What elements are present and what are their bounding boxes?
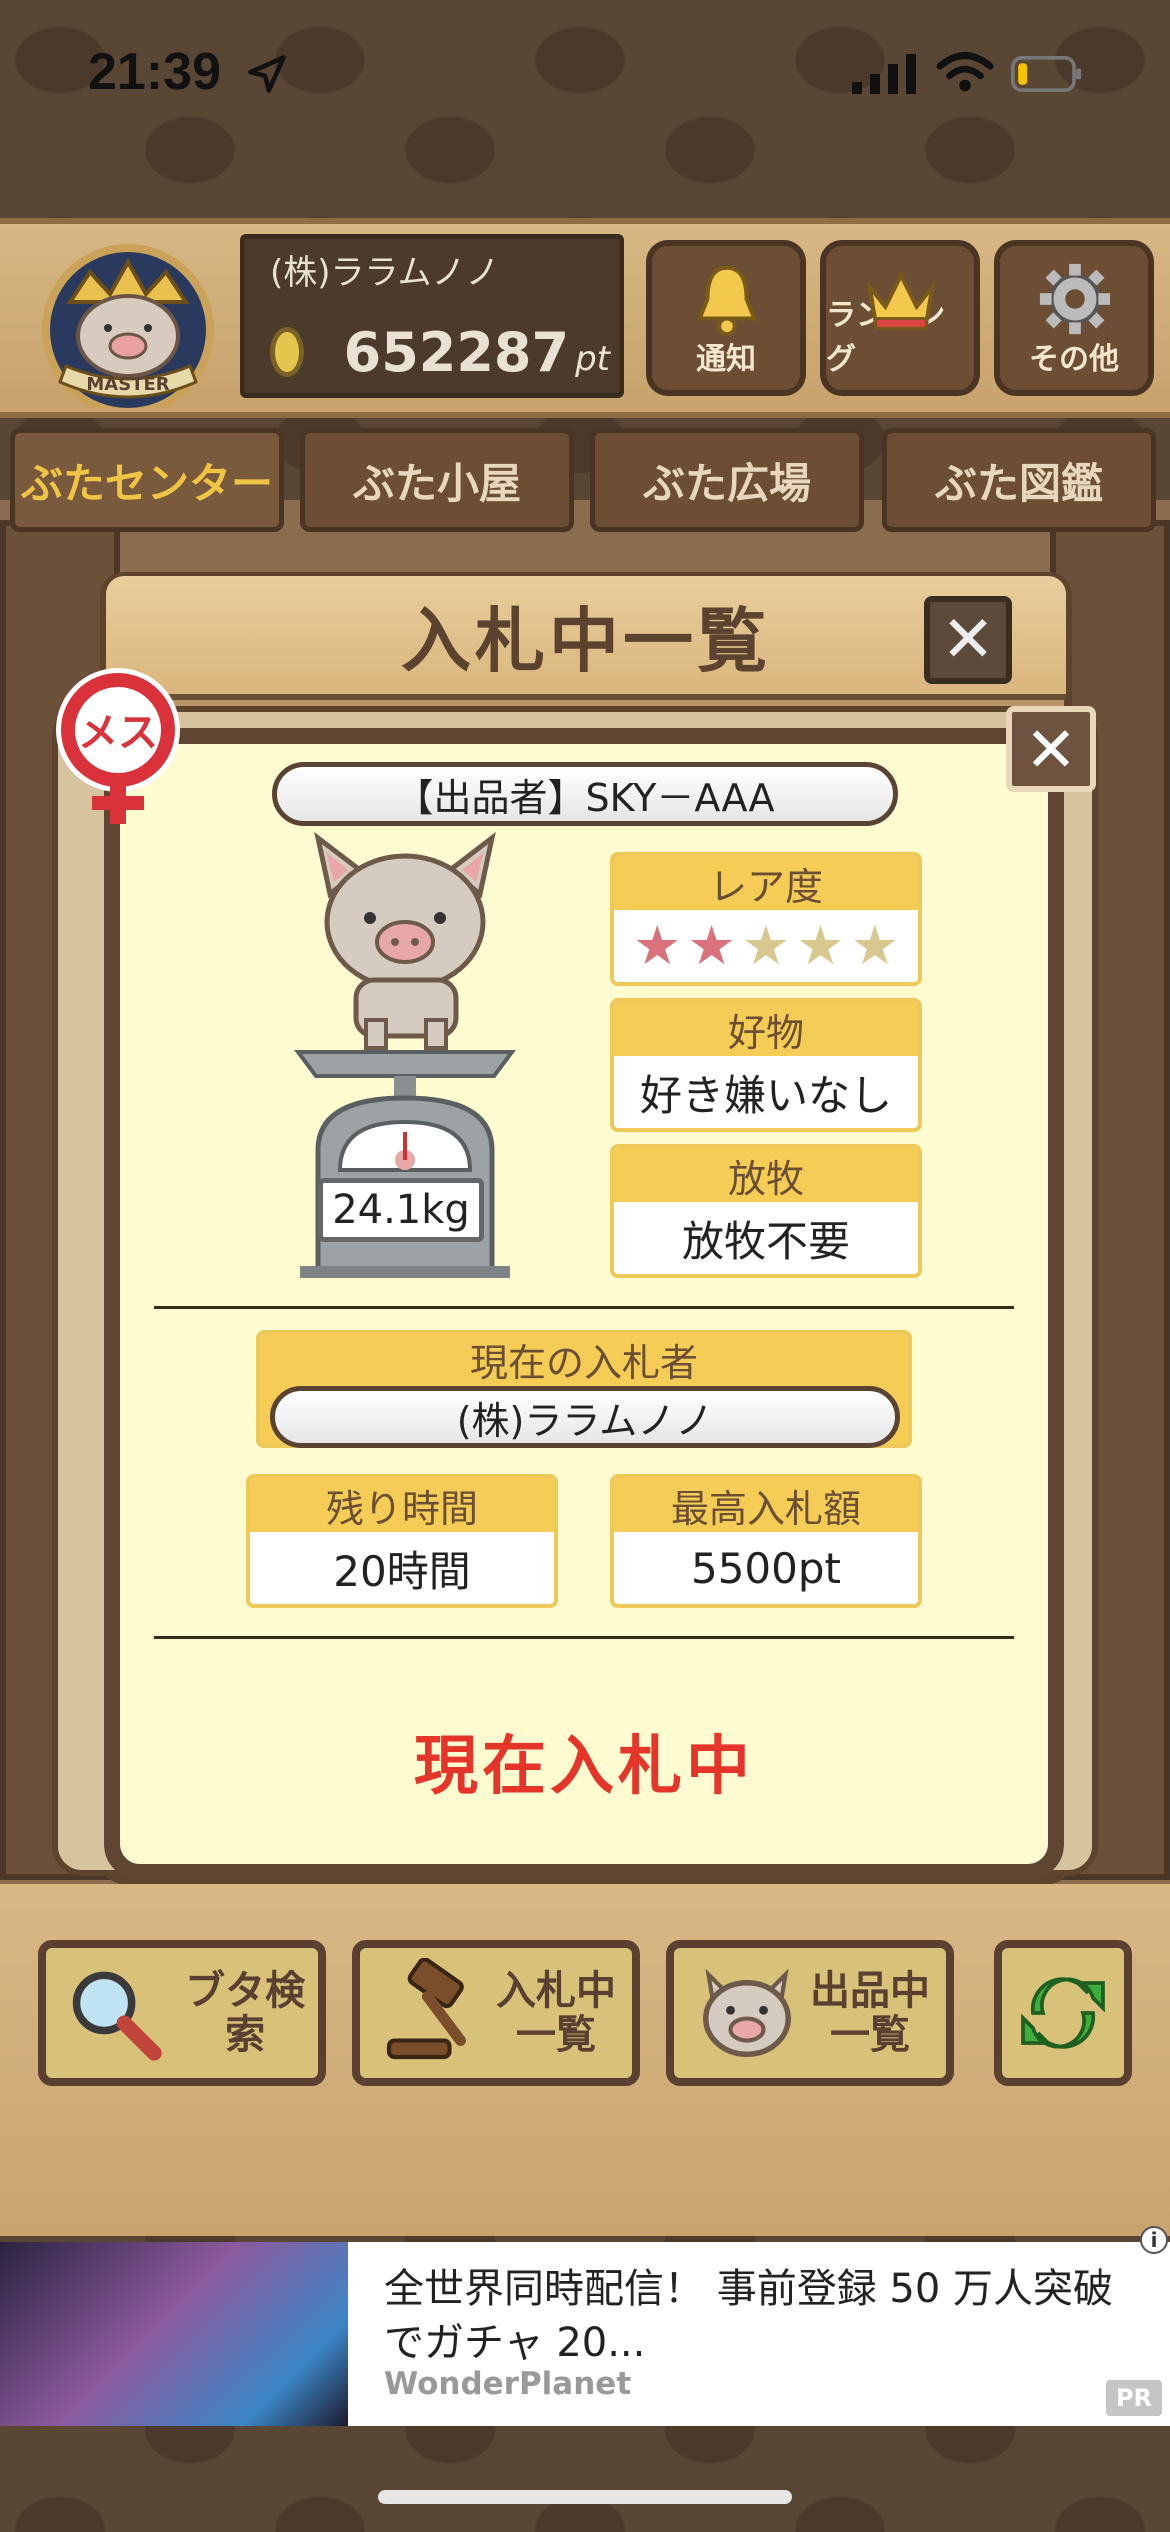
current-bidder-label: 現在の入札者 [469,1340,698,1385]
points-display: 652287 pt [270,316,610,388]
refresh-button[interactable] [994,1940,1132,2086]
refresh-icon [1021,1977,1105,2049]
ad-sponsor: WonderPlanet [384,2366,632,2402]
cellular-signal-icon [852,54,916,94]
coin-icon [270,327,304,377]
modal-close-button[interactable]: ✕ [924,596,1012,684]
gender-label: メス [78,710,158,756]
rarity-box: レア度 ★ ★ ★ ★ ★ [610,852,922,986]
wifi-icon [936,52,994,92]
tab-buta-encyclopedia[interactable]: ぶた図鑑 [882,428,1156,532]
home-indicator[interactable] [378,2490,792,2504]
bell-icon [696,265,758,337]
points-value: 652287 [343,320,570,384]
magnifier-icon [72,1971,162,2061]
star-filled-icon: ★ [687,914,736,977]
favorite-box: 好物 好き嫌いなし [610,998,922,1132]
highest-bid-value: 5500pt [690,1543,841,1593]
master-badge-icon[interactable]: MASTER [30,232,226,408]
location-arrow-icon [248,55,286,93]
notification-label: 通知 [696,342,756,377]
listing-list-label: 出品中 一覧 [810,1968,930,2058]
ad-image[interactable] [0,2242,348,2426]
grazing-value: 放牧不要 [681,1216,850,1266]
other-button[interactable]: その他 [994,240,1154,396]
star-empty-icon: ★ [796,914,845,977]
pig-search-button[interactable]: ブタ検索 [38,1940,326,2086]
user-name: (株)ララムノノ [270,253,500,293]
ad-info-icon[interactable]: i [1140,2226,1168,2254]
divider [154,1306,1014,1309]
bidding-status: 現在入札中 [414,1730,754,1804]
grazing-box: 放牧 放牧不要 [610,1144,922,1278]
tab-buta-plaza[interactable]: ぶた広場 [590,428,864,532]
bidding-list-button[interactable]: 入札中 一覧 [352,1940,640,2086]
crown-icon [866,271,936,330]
points-unit: pt [575,339,610,379]
listing-list-button[interactable]: 出品中 一覧 [666,1940,954,2086]
favorite-label: 好物 [614,1002,918,1056]
gavel-icon [386,1958,466,2060]
star-empty-icon: ★ [850,914,900,977]
current-bidder-value: (株)ララムノノ [270,1386,900,1448]
favorite-value: 好き嫌いなし [639,1070,892,1120]
tab-buta-center[interactable]: ぶたセンター [10,428,284,532]
notification-button[interactable]: 通知 [646,240,806,396]
ranking-button[interactable]: ランキング [820,240,980,396]
gear-icon [1039,263,1111,335]
status-time: 21:39 [88,43,221,101]
modal-title-bar: 入札中一覧 [106,576,1066,700]
remaining-time-box: 残り時間 20時間 [246,1474,558,1608]
ad-pr-badge: PR [1106,2380,1162,2416]
rarity-stars: ★ ★ ★ ★ ★ [633,919,899,973]
card-close-button[interactable]: ✕ [1006,706,1096,792]
highest-bid-label: 最高入札額 [614,1478,918,1532]
tab-buta-hut[interactable]: ぶた小屋 [300,428,574,532]
grazing-label: 放牧 [614,1148,918,1202]
rarity-label: レア度 [614,856,918,910]
remaining-time-value: 20時間 [333,1546,471,1596]
pig-face-icon [703,1968,791,2057]
bidding-list-label: 入札中 一覧 [496,1968,616,2058]
other-label: その他 [1029,342,1119,377]
pig-search-label: ブタ検索 [185,1968,306,2058]
female-gender-icon: メス [56,668,180,824]
ad-title[interactable]: 全世界同時配信！ 事前登録 50 万人突破でガチャ 20... [384,2262,1144,2372]
star-empty-icon: ★ [741,914,791,977]
remaining-time-label: 残り時間 [250,1478,554,1532]
star-filled-icon: ★ [632,914,682,977]
seller-label: 【出品者】SKY－AAA [272,762,898,826]
master-badge-text: MASTER [86,374,169,395]
divider [154,1636,1014,1639]
highest-bid-box: 最高入札額 5500pt [610,1474,922,1608]
weight-label: 24.1kg [318,1178,484,1242]
status-bar: 21:39 [0,0,1170,150]
battery-low-icon [1011,56,1082,92]
modal-title: 入札中一覧 [401,599,771,682]
